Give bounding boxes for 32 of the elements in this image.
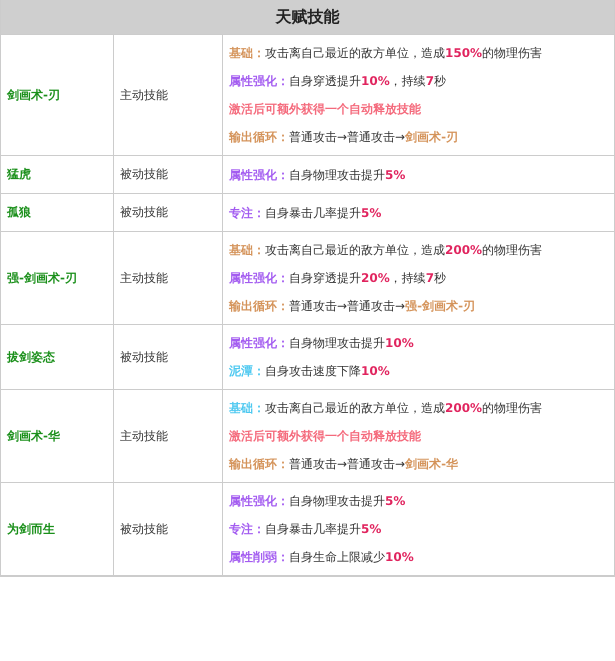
effect-text: 属性削弱：自身生命上限减少10% <box>229 549 415 565</box>
effect-text: 属性强化：自身穿透提升20%，持续7秒 <box>229 270 448 286</box>
skill-type: 被动技能 <box>120 520 169 538</box>
effect-text: 属性强化：自身穿透提升10%，持续7秒 <box>229 73 448 89</box>
skill-type: 被动技能 <box>120 348 169 366</box>
skill-name: 为剑而生 <box>7 520 56 538</box>
skill-type: 被动技能 <box>120 166 169 183</box>
effect-text: 基础：攻击离自己最近的敌方单位，造成150%的物理伤害 <box>229 45 544 61</box>
skill-type: 被动技能 <box>120 204 169 221</box>
skill-note: 激活后可额外获得一个自动释放技能 <box>229 101 422 117</box>
effect-text: 专注：自身暴击几率提升5% <box>229 204 382 220</box>
effect-text: 属性强化：自身物理攻击提升5% <box>229 493 406 509</box>
effect-text: 基础：攻击离自己最近的敌方单位，造成200%的物理伤害 <box>229 242 544 258</box>
effect-text: 泥潭：自身攻击速度下降10% <box>229 363 391 379</box>
skill-name: 剑画术-刃 <box>7 86 61 104</box>
output-cycle-text: 输出循环：普通攻击→普通攻击→强-剑画术-刃 <box>229 298 476 314</box>
skill-name: 猛虎 <box>7 166 32 183</box>
skill-name: 剑画术-华 <box>7 428 61 444</box>
skill-type: 主动技能 <box>120 428 169 444</box>
skill-name: 拔剑姿态 <box>7 348 56 366</box>
skill-name: 孤狼 <box>7 204 32 221</box>
effect-text: 专注：自身暴击几率提升5% <box>229 521 382 537</box>
output-cycle-text: 输出循环：普通攻击→普通攻击→剑画术-华 <box>229 456 460 472</box>
output-cycle-text: 输出循环：普通攻击→普通攻击→剑画术-刃 <box>229 129 460 145</box>
skill-name: 强-剑画术-刃 <box>7 270 78 286</box>
effect-text: 基础：攻击离自己最近的敌方单位，造成200%的物理伤害 <box>229 400 544 416</box>
effect-text: 属性强化：自身物理攻击提升10% <box>229 335 415 351</box>
skill-note: 激活后可额外获得一个自动释放技能 <box>229 428 422 444</box>
effect-text: 属性强化：自身物理攻击提升5% <box>229 166 406 182</box>
table-title: 天赋技能 <box>1 0 614 35</box>
skill-type: 主动技能 <box>120 270 169 286</box>
skill-type: 主动技能 <box>120 86 169 104</box>
